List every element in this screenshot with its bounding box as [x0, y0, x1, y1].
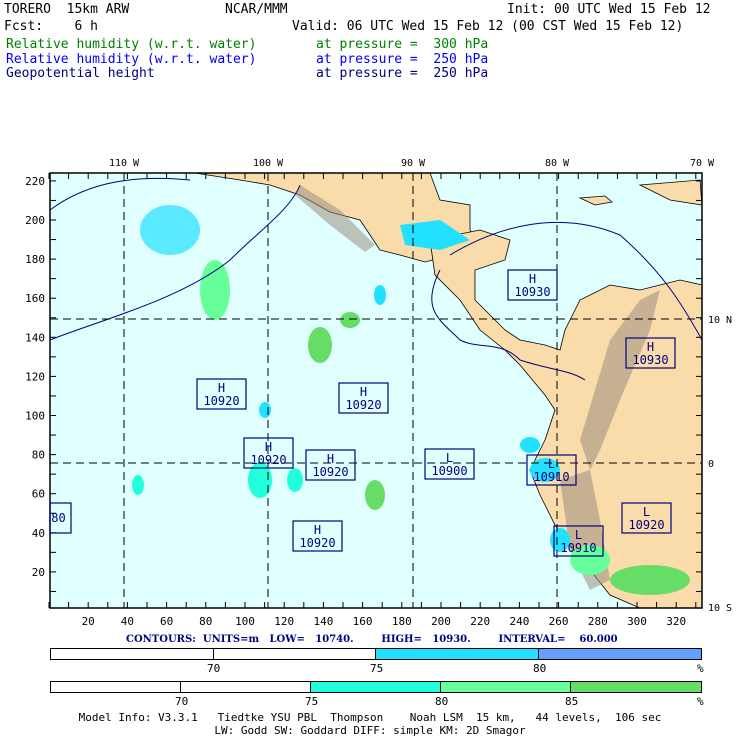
init-time: Init: 00 UTC Wed 15 Feb 12 [507, 2, 711, 17]
y-tick-label: 200 [25, 214, 45, 227]
svg-text:10920: 10920 [312, 465, 348, 479]
svg-text:H: H [647, 340, 654, 354]
x-tick-label: 200 [431, 615, 451, 628]
lon-label-80w: 80 W [545, 158, 570, 169]
lat-label-10n: 10 N [708, 315, 732, 326]
y-tick-label: 20 [32, 566, 45, 579]
colorbar-rh250-unit: % [697, 662, 704, 675]
svg-text:80: 80 [51, 511, 65, 525]
colorbar-rh250-label: 70 [207, 662, 221, 675]
svg-text:L: L [575, 528, 582, 542]
y-tick-label: 40 [32, 527, 45, 540]
colorbar-rh250-label: 80 [533, 662, 547, 675]
colorbar-rh300-bin [181, 682, 311, 692]
y-tick-label: 220 [25, 175, 45, 188]
x-tick-label: 300 [627, 615, 647, 628]
colorbar-rh250-label: 75 [370, 662, 384, 675]
x-tick-label: 280 [588, 615, 608, 628]
lon-label-110w: 110 W [109, 158, 140, 169]
colorbar-rh250-bin [213, 649, 376, 659]
x-tick-label: 260 [549, 615, 569, 628]
svg-text:10900: 10900 [431, 464, 467, 478]
svg-text:10920: 10920 [299, 536, 335, 550]
field-height-name: Geopotential height [6, 66, 155, 81]
y-tick-label: 180 [25, 253, 45, 266]
lon-label-90w: 90 W [401, 158, 426, 169]
svg-text:L: L [548, 457, 555, 471]
y-tick-label: 160 [25, 292, 45, 305]
y-tick-label: 100 [25, 410, 45, 423]
colorbar-rh300-label: 80 [435, 695, 449, 708]
colorbar-rh250-bin [376, 649, 539, 659]
y-tick-label: 140 [25, 331, 45, 344]
colorbar-rh250 [50, 648, 702, 660]
svg-text:10920: 10920 [345, 398, 381, 412]
x-tick-label: 60 [160, 615, 173, 628]
svg-text:10920: 10920 [203, 394, 239, 408]
field-rh300-name: Relative humidity (w.r.t. water) [6, 37, 257, 52]
svg-text:10920: 10920 [628, 518, 664, 532]
colorbar-rh250-bin [538, 649, 701, 659]
svg-text:H: H [529, 272, 536, 286]
lat-label-0: 0 [708, 459, 714, 470]
x-tick-label: 220 [470, 615, 490, 628]
svg-text:10930: 10930 [632, 353, 668, 367]
colorbar-rh300 [50, 681, 702, 693]
lat-label-10s: 10 S [708, 603, 732, 614]
x-tick-label: 180 [392, 615, 412, 628]
svg-text:L: L [643, 505, 650, 519]
x-tick-label: 240 [509, 615, 529, 628]
contour-info: CONTOURS: UNITS=m LOW= 10740. HIGH= 1093… [126, 634, 618, 645]
svg-text:10910: 10910 [560, 541, 596, 555]
x-tick-label: 120 [274, 615, 294, 628]
colorbar-rh300-bin [571, 682, 701, 692]
y-tick-label: 80 [32, 449, 45, 462]
svg-text:10910: 10910 [533, 470, 569, 484]
y-tick-label: 120 [25, 370, 45, 383]
field-rh300-level: at pressure = 300 hPa [316, 37, 489, 52]
colorbar-rh250-bin [51, 649, 214, 659]
model-title: TORERO 15km ARW [4, 2, 130, 17]
model-info-line2: LW: Godd SW: Goddard DIFF: simple KM: 2D… [214, 724, 526, 737]
colorbar-rh300-label: 75 [305, 695, 319, 708]
x-tick-label: 80 [199, 615, 212, 628]
svg-text:H: H [265, 440, 272, 454]
x-tick-label: 20 [82, 615, 95, 628]
svg-text:H: H [327, 452, 334, 466]
valid-time: Valid: 06 UTC Wed 15 Feb 12 (00 CST Wed … [292, 19, 684, 34]
weather-map: H10930H10930H10920H10920H10920 H10920L109… [25, 158, 732, 628]
svg-text:10930: 10930 [514, 285, 550, 299]
org-label: NCAR/MMM [225, 2, 288, 17]
model-info-line1: Model Info: V3.3.1 Tiedtke YSU PBL Thomp… [78, 711, 662, 724]
colorbar-rh300-label: 85 [565, 695, 579, 708]
field-height-level: at pressure = 250 hPa [316, 66, 489, 81]
colorbar-rh300-bin [441, 682, 571, 692]
svg-text:L: L [446, 451, 453, 465]
x-tick-label: 160 [353, 615, 373, 628]
svg-text:10920: 10920 [250, 453, 286, 467]
x-tick-label: 100 [235, 615, 255, 628]
svg-text:H: H [360, 385, 367, 399]
x-tick-label: 140 [313, 615, 333, 628]
colorbar-rh300-bin [311, 682, 441, 692]
svg-text:H: H [218, 381, 225, 395]
forecast-hour: Fcst: 6 h [4, 19, 98, 34]
x-tick-label: 320 [666, 615, 686, 628]
colorbar-rh300-label: 70 [175, 695, 189, 708]
field-rh250-level: at pressure = 250 hPa [316, 52, 489, 67]
colorbar-rh300-unit: % [697, 695, 704, 708]
lon-label-100w: 100 W [253, 158, 284, 169]
field-rh250-name: Relative humidity (w.r.t. water) [6, 52, 257, 67]
lon-label-70w: 70 W [690, 158, 715, 169]
svg-text:H: H [314, 523, 321, 537]
colorbar-rh300-bin [51, 682, 181, 692]
y-tick-label: 60 [32, 488, 45, 501]
x-tick-label: 40 [121, 615, 134, 628]
